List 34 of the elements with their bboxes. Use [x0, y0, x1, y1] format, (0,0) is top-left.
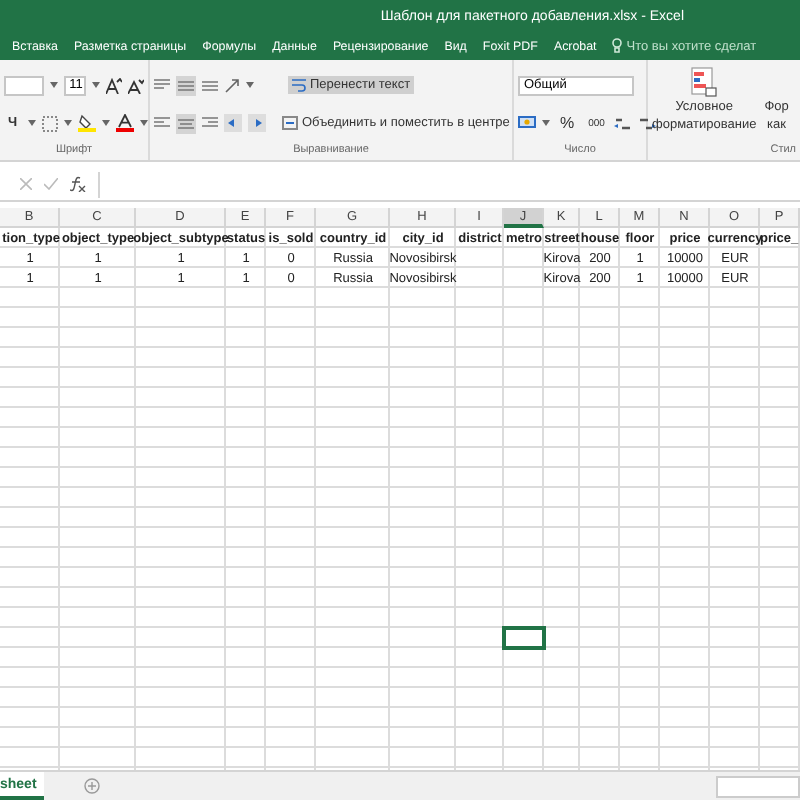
- caret-icon[interactable]: [101, 120, 110, 126]
- align-middle-icon[interactable]: [176, 75, 196, 95]
- shrink-font-icon[interactable]: [128, 77, 144, 93]
- wrap-text-icon: [292, 78, 306, 92]
- font-color-icon[interactable]: [115, 114, 134, 132]
- caret-icon[interactable]: [92, 82, 100, 88]
- merge-icon: [282, 116, 298, 130]
- align-right-icon[interactable]: [202, 116, 218, 130]
- caret-icon[interactable]: [139, 120, 148, 126]
- percent-button[interactable]: %: [556, 112, 579, 134]
- increase-indent-icon[interactable]: [248, 114, 266, 132]
- lightbulb-icon: [612, 38, 623, 54]
- decrease-indent-icon[interactable]: [224, 114, 242, 132]
- fill-color-icon[interactable]: [77, 114, 96, 132]
- align-bottom-icon[interactable]: [202, 78, 218, 92]
- conditional-formatting-icon[interactable]: [690, 66, 719, 98]
- align-center-icon[interactable]: [176, 113, 196, 133]
- caret-icon[interactable]: [27, 120, 36, 126]
- orientation-icon[interactable]: [224, 77, 240, 93]
- check-icon[interactable]: [44, 178, 58, 190]
- font-name-field[interactable]: [4, 75, 44, 95]
- grow-font-icon[interactable]: [106, 77, 122, 93]
- increase-decimal-icon[interactable]: [614, 114, 633, 132]
- align-left-icon[interactable]: [154, 116, 170, 130]
- active-cell[interactable]: [504, 628, 544, 648]
- borders-icon[interactable]: [41, 115, 58, 131]
- function-icon[interactable]: [70, 176, 86, 192]
- caret-icon[interactable]: [542, 120, 550, 126]
- caret-icon[interactable]: [49, 82, 58, 88]
- horizontal-scrollbar[interactable]: [716, 775, 800, 797]
- caret-icon[interactable]: [246, 82, 254, 88]
- currency-icon[interactable]: [518, 115, 536, 131]
- caret-icon[interactable]: [63, 120, 72, 126]
- align-top-icon[interactable]: [154, 78, 170, 92]
